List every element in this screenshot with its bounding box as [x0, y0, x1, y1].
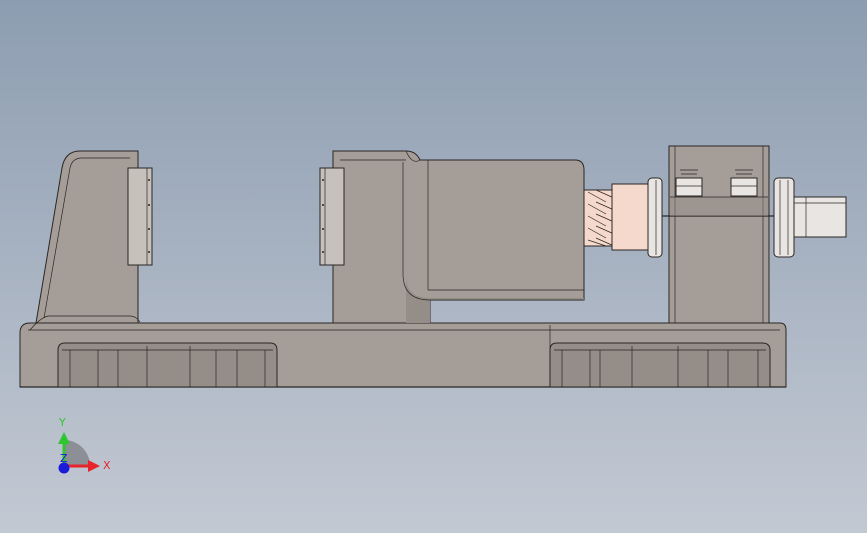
compression-spring — [583, 189, 615, 247]
base-plate[interactable] — [19, 322, 787, 388]
y-axis-label: Y — [58, 416, 66, 429]
axis-triad: X Y Z — [58, 416, 111, 474]
vise-assembly-drawing[interactable]: X Y Z — [0, 0, 867, 533]
screw-support-block[interactable] — [660, 145, 775, 324]
cad-viewport[interactable]: X Y Z — [0, 0, 867, 533]
z-axis-label: Z — [60, 452, 68, 465]
bearing-washer-right — [773, 177, 795, 258]
movable-jaw-pad — [319, 167, 345, 266]
base-slot-right — [549, 342, 771, 388]
fixed-jaw-pad — [127, 167, 153, 266]
fixed-jaw[interactable] — [29, 150, 141, 331]
lead-screw[interactable] — [611, 183, 653, 251]
x-axis-label: X — [103, 459, 111, 472]
base-slot-left — [57, 342, 278, 388]
bearing-washer-left — [647, 177, 663, 258]
y-axis-arrowhead — [58, 432, 70, 444]
x-axis-arrowhead — [88, 460, 100, 472]
screw-end-shaft[interactable] — [793, 196, 847, 238]
movable-jaw[interactable] — [332, 150, 585, 324]
